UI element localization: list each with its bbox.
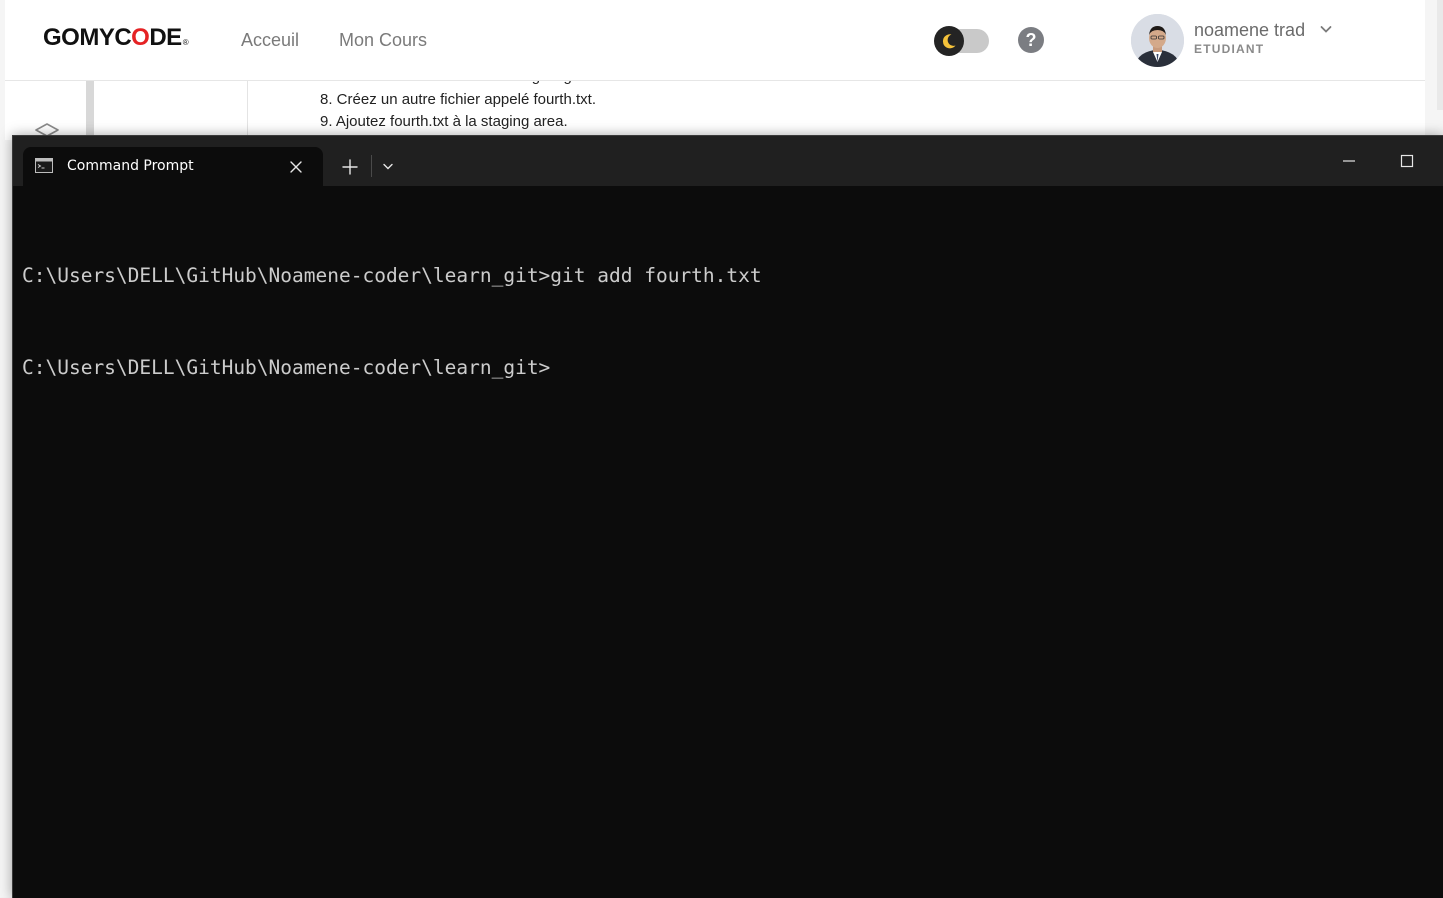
terminal-tab-bar[interactable]: Command Prompt xyxy=(13,136,1443,186)
help-icon[interactable]: ? xyxy=(1018,27,1044,53)
course-step-8: 8. Créez un autre fichier appelé fourth.… xyxy=(320,91,596,108)
course-content-panel xyxy=(247,80,1244,140)
logo-text-post: DE xyxy=(149,24,182,51)
command-prompt-window[interactable]: Command Prompt C:\Users\DELL\GitHub\Noam… xyxy=(12,135,1443,898)
sidebar-divider xyxy=(86,80,94,140)
chevron-down-icon[interactable] xyxy=(377,155,399,177)
user-name[interactable]: noamene trad xyxy=(1194,20,1305,41)
nav-link-acceuil[interactable]: Acceuil xyxy=(241,30,299,51)
logo-text-o: O xyxy=(131,24,150,51)
tab-title: Command Prompt xyxy=(67,158,194,174)
terminal-icon xyxy=(35,158,53,173)
logo-reg-mark: ® xyxy=(182,38,189,47)
avatar[interactable] xyxy=(1131,14,1184,67)
logo-text-pre: GOMYC xyxy=(43,24,132,51)
maximize-icon[interactable] xyxy=(1389,149,1425,173)
nav-link-mon-cours[interactable]: Mon Cours xyxy=(339,30,427,51)
content-margin-left xyxy=(94,80,247,140)
close-icon[interactable] xyxy=(286,157,306,177)
plus-icon[interactable] xyxy=(337,154,363,180)
minimize-icon[interactable] xyxy=(1331,149,1367,173)
chevron-down-icon[interactable] xyxy=(1318,21,1334,37)
gomycode-logo[interactable]: GOMYCODE® xyxy=(43,24,189,52)
console-line: C:\Users\DELL\GitHub\Noamene-coder\learn… xyxy=(22,264,762,287)
tab-bar-divider xyxy=(371,155,372,177)
course-step-9: 9. Ajoutez fourth.txt à la staging area. xyxy=(320,113,568,130)
content-margin-right xyxy=(1243,80,1425,140)
toggle-knob xyxy=(934,26,964,56)
site-header: GOMYCODE® Acceuil Mon Cours ? noamene tr… xyxy=(5,0,1425,81)
console-prompt-line: C:\Users\DELL\GitHub\Noamene-coder\learn… xyxy=(22,356,551,379)
console-output[interactable]: C:\Users\DELL\GitHub\Noamene-coder\learn… xyxy=(22,216,1422,446)
tab-command-prompt[interactable]: Command Prompt xyxy=(23,147,323,186)
moon-icon xyxy=(942,34,956,49)
avatar-image xyxy=(1131,14,1184,67)
page-scrollbar[interactable] xyxy=(1437,0,1443,110)
dark-mode-toggle[interactable] xyxy=(934,26,989,56)
user-role: ETUDIANT xyxy=(1194,42,1265,56)
